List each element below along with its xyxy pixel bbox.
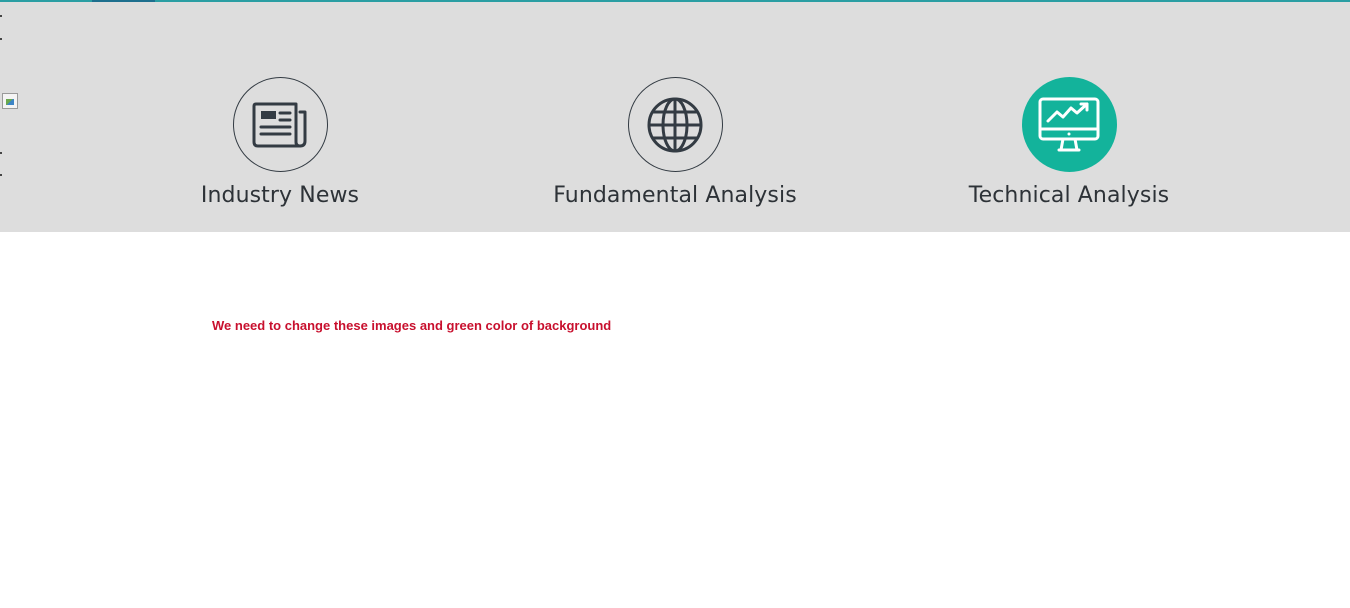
feature-label: Fundamental Analysis	[553, 183, 797, 208]
edge-marks	[0, 2, 4, 232]
feature-label: Technical Analysis	[968, 183, 1170, 208]
feature-industry-news[interactable]: Industry News	[130, 77, 430, 208]
newspaper-icon	[252, 102, 307, 147]
industry-news-circle[interactable]	[232, 77, 328, 172]
feature-technical-analysis[interactable]: Technical Analysis	[919, 77, 1219, 208]
feature-fundamental-analysis[interactable]: Fundamental Analysis	[525, 77, 825, 208]
broken-image-icon	[2, 93, 18, 109]
annotation-note: We need to change these images and green…	[212, 318, 612, 333]
feature-label: Industry News	[200, 183, 360, 208]
globe-icon	[647, 97, 703, 152]
fundamental-analysis-circle[interactable]	[627, 77, 723, 172]
technical-analysis-circle[interactable]	[1021, 77, 1117, 172]
monitor-chart-icon	[1038, 97, 1100, 151]
